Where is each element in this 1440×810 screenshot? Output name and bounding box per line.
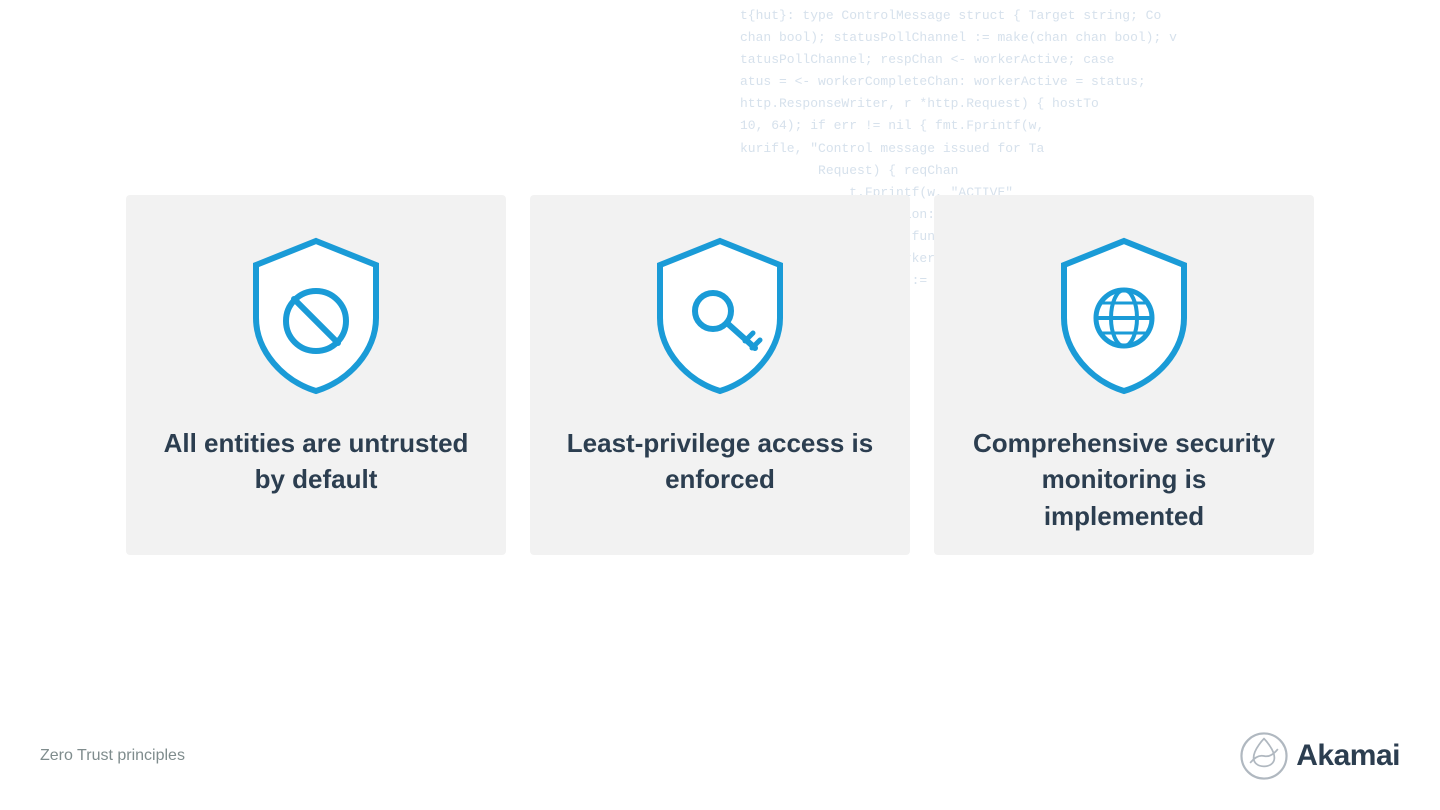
card-privilege: Least-privilege access is enforced <box>530 195 910 555</box>
bottom-bar: Zero Trust principles Akamai <box>0 730 1440 810</box>
bottom-label: Zero Trust principles <box>40 747 185 765</box>
akamai-logo: Akamai <box>1238 730 1400 782</box>
shield-key-icon <box>640 235 800 395</box>
shield-globe-icon <box>1044 235 1204 395</box>
shield-block-icon <box>236 235 396 395</box>
akamai-logo-text: Akamai <box>1296 739 1400 773</box>
cards-section: All entities are untrusted by default Le… <box>0 0 1440 730</box>
card-monitoring-text: Comprehensive security monitoring is imp… <box>934 425 1314 534</box>
main-content: All entities are untrusted by default Le… <box>0 0 1440 810</box>
card-monitoring: Comprehensive security monitoring is imp… <box>934 195 1314 555</box>
card-untrusted-text: All entities are untrusted by default <box>126 425 506 498</box>
card-privilege-text: Least-privilege access is enforced <box>530 425 910 498</box>
card-untrusted: All entities are untrusted by default <box>126 195 506 555</box>
akamai-logo-icon <box>1238 730 1290 782</box>
